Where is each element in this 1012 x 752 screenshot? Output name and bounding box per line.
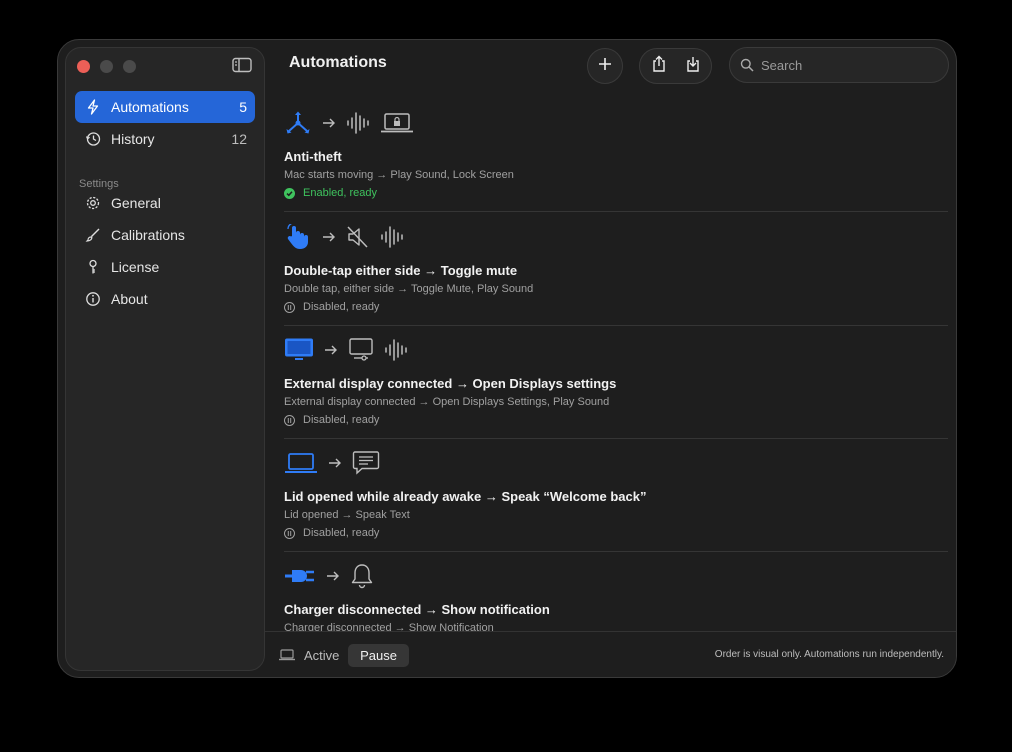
arrow-right-icon <box>322 230 336 248</box>
bell-icon <box>350 563 374 594</box>
pause-button[interactable]: Pause <box>348 644 409 667</box>
close-window-button[interactable] <box>77 60 90 73</box>
automation-description: Charger disconnected → Show Notification <box>284 622 494 631</box>
sidebar-item-label: Calibrations <box>111 227 185 243</box>
automation-item-anti-theft[interactable]: Anti-theft Mac starts moving → Play Soun… <box>284 98 948 212</box>
gear-icon <box>85 195 101 211</box>
arrow-right-icon <box>328 456 342 474</box>
sidebar-item-count: 12 <box>231 131 247 147</box>
automation-item-charger[interactable]: Charger disconnected → Show notification… <box>284 551 948 631</box>
key-icon <box>85 259 101 275</box>
search-icon <box>740 58 754 77</box>
pause-circle-icon <box>284 414 295 426</box>
sidebar-item-history[interactable]: History 12 <box>75 123 255 155</box>
page-title: Automations <box>289 54 387 71</box>
arrow-right-icon <box>326 569 340 587</box>
automation-title: Anti-theft <box>284 149 342 164</box>
arrow-right-icon <box>322 116 336 134</box>
footer-note: Order is visual only. Automations run in… <box>714 649 944 660</box>
display-settings-icon <box>348 337 374 368</box>
automation-title: External display connected → Open Displa… <box>284 376 617 391</box>
automation-description: Mac starts moving → Play Sound, Lock Scr… <box>284 169 514 181</box>
laptop-icon <box>284 451 318 480</box>
speaker-muted-icon <box>346 225 370 254</box>
sidebar: Automations 5 History 12 Settings Genera… <box>65 47 265 671</box>
sidebar-item-about[interactable]: About <box>75 283 255 315</box>
automation-description: Lid opened → Speak Text <box>284 509 410 521</box>
share-import-group <box>639 48 712 84</box>
display-icon <box>284 337 314 368</box>
sidebar-item-label: License <box>111 259 160 275</box>
share-icon[interactable] <box>651 55 667 78</box>
zoom-window-button[interactable] <box>123 60 136 73</box>
automation-title: Lid opened while already awake → Speak “… <box>284 489 647 504</box>
add-automation-button[interactable] <box>587 48 623 84</box>
sidebar-item-general[interactable]: General <box>75 187 255 219</box>
history-icon <box>85 131 101 147</box>
motion-icon <box>284 110 312 141</box>
plus-icon <box>597 56 613 77</box>
tap-hand-icon <box>284 221 312 255</box>
search-placeholder: Search <box>761 58 803 73</box>
app-window: Automations 5 History 12 Settings Genera… <box>57 39 957 678</box>
automation-description: External display connected → Open Displa… <box>284 396 610 408</box>
power-plug-icon <box>284 563 316 594</box>
checkmark-icon <box>284 187 295 199</box>
sidebar-item-label: History <box>111 131 155 147</box>
automation-status: Disabled, ready <box>284 414 379 426</box>
sidebar-toggle-icon[interactable] <box>232 57 252 73</box>
footer-bar: Active Pause Order is visual only. Autom… <box>265 631 956 677</box>
sidebar-item-automations[interactable]: Automations 5 <box>75 91 255 123</box>
sound-wave-icon <box>380 224 404 255</box>
brush-icon <box>85 227 101 243</box>
sidebar-item-license[interactable]: License <box>75 251 255 283</box>
sidebar-item-calibrations[interactable]: Calibrations <box>75 219 255 251</box>
automation-status: Enabled, ready <box>284 187 377 199</box>
lock-screen-icon <box>380 112 414 139</box>
automation-status: Disabled, ready <box>284 301 379 313</box>
automation-status: Disabled, ready <box>284 527 379 539</box>
sidebar-item-label: About <box>111 291 148 307</box>
automation-description: Double tap, either side → Toggle Mute, P… <box>284 283 534 295</box>
info-icon <box>85 291 101 307</box>
search-field[interactable]: Search <box>729 47 949 83</box>
arrow-right-icon <box>324 343 338 361</box>
pause-circle-icon <box>284 301 295 313</box>
status-text: Enabled, ready <box>303 187 377 199</box>
speech-bubble-icon <box>352 450 380 481</box>
automation-item-double-tap[interactable]: Double-tap either side → Toggle mute Dou… <box>284 212 948 326</box>
laptop-status-icon <box>278 648 296 666</box>
pause-circle-icon <box>284 527 295 539</box>
sidebar-item-label: Automations <box>111 99 189 115</box>
status-text: Disabled, ready <box>303 527 380 539</box>
automation-item-external-display[interactable]: External display connected → Open Displa… <box>284 325 948 439</box>
automation-title: Double-tap either side → Toggle mute <box>284 263 518 278</box>
automation-item-lid-opened[interactable]: Lid opened while already awake → Speak “… <box>284 438 948 552</box>
automation-title: Charger disconnected → Show notification <box>284 602 550 617</box>
engine-state-label: Active <box>304 648 340 663</box>
bolt-icon <box>85 99 101 115</box>
sidebar-item-count: 5 <box>239 99 247 115</box>
sound-wave-icon <box>384 337 408 368</box>
status-text: Disabled, ready <box>303 301 380 313</box>
automation-list: Anti-theft Mac starts moving → Play Soun… <box>265 98 956 631</box>
import-icon[interactable] <box>685 55 701 78</box>
sound-wave-icon <box>346 110 370 141</box>
status-text: Disabled, ready <box>303 414 380 426</box>
minimize-window-button[interactable] <box>100 60 113 73</box>
sidebar-item-label: General <box>111 195 161 211</box>
